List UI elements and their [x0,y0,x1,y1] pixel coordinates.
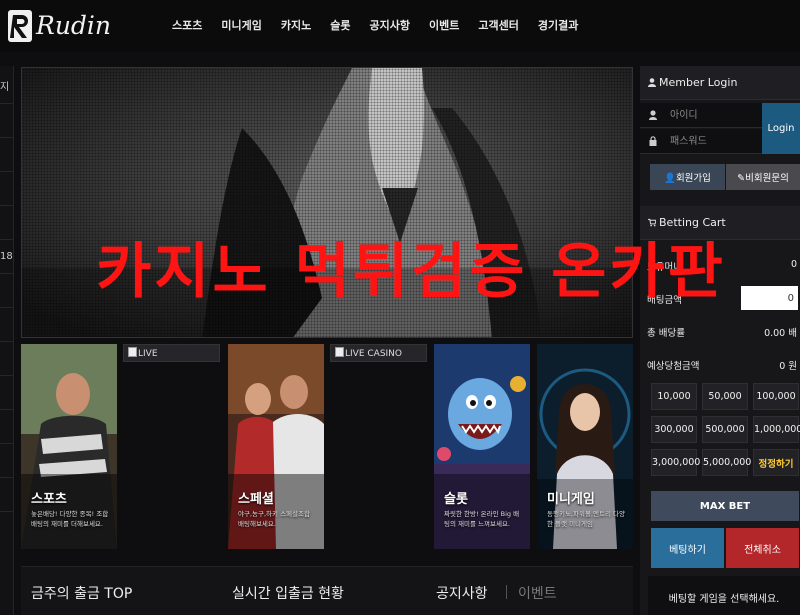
amount-1000000-button[interactable]: 1,000,000 [753,416,800,443]
amount-10000-button[interactable]: 10,000 [651,383,697,410]
logo-mark-icon [8,10,32,42]
tile-minigame[interactable]: 미니게임 동행키노,파워볼,엔트리 다양한 플랫 미니게임 [537,344,633,549]
cancel-all-button[interactable]: 전체취소 [726,528,799,568]
nav-results[interactable]: 경기결과 [538,17,578,33]
edit-icon: ✎ [737,173,746,184]
amount-5000000-button[interactable]: 5,000,000 [702,449,751,476]
nav-event[interactable]: 이벤트 [429,17,459,33]
username-input[interactable] [670,107,758,124]
login-id-row [640,103,762,128]
left-rail-cell [0,308,14,342]
top-header: Rudin 스포츠 미니게임 카지노 슬롯 공지사항 이벤트 고객센터 경기결과 [0,0,800,52]
left-rail-cell [0,104,14,138]
nav-customer-center[interactable]: 고객센터 [478,17,518,33]
lock-icon [649,136,657,146]
left-rail-cell [0,138,14,172]
amount-500000-button[interactable]: 500,000 [702,416,748,443]
amount-50000-button[interactable]: 50,000 [702,383,748,410]
tab-divider [506,585,507,599]
nav-slot[interactable]: 슬롯 [330,17,350,33]
guest-inquiry-button[interactable]: ✎비회원문의 [726,164,800,190]
tile-slot[interactable]: 슬롯 짜릿한 한방! 온라인 Big 배팅의 재미를 느껴보세요. [434,344,530,549]
tab-event[interactable]: 이벤트 [518,583,557,603]
tile-special-title: 스페셜 [238,492,274,507]
tile-sports-desc: 놓은배당! 다양한 종목! 조합배팅의 재미를 더해보세요. [31,510,109,528]
left-rail-cell [0,172,14,206]
left-rail-cell [0,478,14,512]
tile-slot-desc: 짜릿한 한방! 온라인 Big 배팅의 재미를 느껴보세요. [444,510,520,528]
live-alt-text: LIVE [138,349,158,359]
amount-300000-button[interactable]: 300,000 [651,416,697,443]
tile-sports[interactable]: 스포츠 놓은배당! 다양한 종목! 조합배팅의 재미를 더해보세요. [21,344,117,549]
nav-casino[interactable]: 카지노 [281,17,311,33]
tile-slot-title: 슬롯 [444,492,468,507]
betting-cart-title: Betting Cart [659,216,726,229]
site-logo[interactable]: Rudin [8,8,111,44]
nav-minigame[interactable]: 미니게임 [221,17,261,33]
member-login-title: Member Login [659,76,738,89]
total-odds-value: 0.00 배 [764,328,797,339]
nav-notice[interactable]: 공지사항 [369,17,409,33]
tile-special[interactable]: 스페셜 야구,농구,하키 스페셜조합 배팅해보세요. [228,344,324,549]
place-bet-button[interactable]: 베팅하기 [651,528,724,568]
guest-inquiry-label: 비회원문의 [745,173,789,184]
broken-image-icon [128,347,137,357]
tab-notice[interactable]: 공지사항 [436,583,488,603]
login-button[interactable]: Login [762,103,800,154]
banner-headline: 카지노 먹튀검증 온카판 [96,237,726,307]
left-rail-cell [0,206,14,240]
live-casino-image-broken[interactable]: LIVE CASINO [330,344,427,362]
reset-amount-button[interactable]: 정정하기 [753,449,799,476]
main-nav: 스포츠 미니게임 카지노 슬롯 공지사항 이벤트 고객센터 경기결과 [172,17,597,33]
left-rail-count: 18 [0,251,13,262]
right-panel: Member Login Login 👤회원가입 ✎비회원문의 Betting … [640,66,800,615]
total-odds-label: 총 배당률 [647,328,685,339]
user-icon [648,78,656,87]
amount-100000-button[interactable]: 100,000 [753,383,799,410]
max-bet-button[interactable]: MAX BET [651,491,799,521]
expected-win-value: 0 원 [779,361,797,372]
expected-win-label: 예상당첨금액 [647,361,700,372]
realtime-transactions-heading: 실시간 입출금 현황 [232,586,344,602]
add-user-icon: 👤 [664,173,676,184]
live-casino-alt-text: LIVE CASINO [345,349,402,359]
signup-button[interactable]: 👤회원가입 [650,164,725,190]
withdraw-top-heading: 금주의 출금 TOP [31,586,133,602]
cart-row-total-odds: 총 배당률 0.00 배 [640,316,800,344]
left-rail-cell [0,376,14,410]
tile-sports-title: 스포츠 [31,492,67,507]
password-input[interactable] [670,133,758,150]
tile-minigame-title: 미니게임 [547,492,595,507]
nav-sports[interactable]: 스포츠 [172,17,202,33]
live-image-broken[interactable]: LIVE [123,344,220,362]
left-rail-label: 지 [0,82,10,93]
login-pw-row [640,129,762,154]
member-login-header: Member Login [640,66,800,100]
logo-text: Rudin [36,11,112,40]
left-rail-cell [0,342,14,376]
user-icon [649,110,657,120]
amount-3000000-button[interactable]: 3,000,000 [651,449,700,476]
tile-special-desc: 야구,농구,하키 스페셜조합 배팅해보세요. [238,510,310,528]
left-rail-cell [0,410,14,444]
tile-minigame-desc: 동행키노,파워볼,엔트리 다양한 플랫 미니게임 [547,510,625,528]
cart-row-expected-win: 예상당첨금액 0 원 [640,349,800,377]
bottom-section: 금주의 출금 TOP 실시간 입출금 현황 공지사항 이벤트 [21,566,633,615]
left-sidebar-edge[interactable]: 지 18 [0,66,14,615]
signup-label: 회원가입 [675,173,711,184]
page-root: Rudin 스포츠 미니게임 카지노 슬롯 공지사항 이벤트 고객센터 경기결과… [0,0,800,615]
broken-image-icon [335,347,344,357]
cart-icon [648,218,656,227]
left-rail-cell [0,274,14,308]
left-rail-cell [0,444,14,478]
betting-cart-header: Betting Cart [640,206,800,240]
select-game-notice: 베팅할 게임을 선택해세요. [648,576,800,615]
